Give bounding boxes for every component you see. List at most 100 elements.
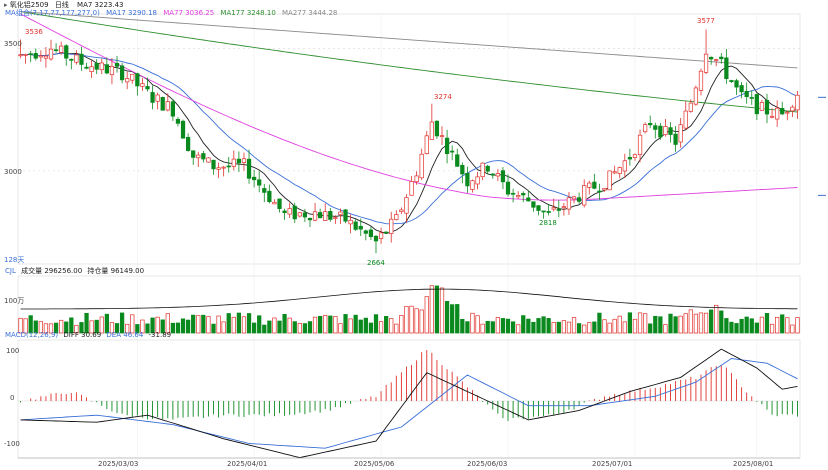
candle-body	[663, 126, 668, 135]
volume-bar	[460, 319, 465, 334]
candle-body	[246, 158, 252, 179]
volume-bar	[434, 285, 440, 334]
candle-body	[495, 173, 500, 177]
volume-bar	[450, 304, 455, 334]
candle-body	[709, 56, 714, 60]
candle-body	[404, 197, 409, 214]
candle-body	[607, 170, 612, 191]
volume-bar	[292, 321, 297, 334]
volume-bar	[780, 314, 785, 334]
volume-legend-prefix[interactable]: CJL	[5, 267, 16, 275]
volume-bar	[373, 314, 379, 334]
volume-bar	[338, 323, 343, 334]
volume-bar	[734, 323, 739, 334]
collapse-icon[interactable]: ▸	[4, 1, 8, 9]
volume-bar	[582, 324, 587, 334]
x-label-0701: 2025/07/01	[592, 460, 633, 468]
candle-body	[714, 59, 719, 61]
volume-bar	[277, 320, 282, 334]
candle-body	[277, 198, 282, 209]
candle-body	[338, 211, 343, 216]
candle-body	[790, 106, 795, 112]
candle-body	[759, 102, 765, 111]
volume-bar	[267, 320, 272, 334]
candle-body	[653, 125, 658, 130]
candle-body	[318, 212, 323, 219]
candle-body	[612, 171, 617, 174]
volume-bar	[257, 315, 262, 334]
candle-body	[69, 58, 74, 61]
candle-body	[185, 136, 191, 151]
volume-label: 成交量 296256.00	[21, 267, 83, 275]
candle-body	[455, 154, 460, 167]
candle-body	[775, 107, 780, 120]
candle-body	[363, 230, 368, 234]
volume-bar	[612, 318, 617, 334]
candle-body	[470, 180, 475, 190]
volume-bar	[714, 304, 719, 334]
x-label-0303: 2025/03/03	[98, 460, 139, 468]
candle-body	[53, 49, 59, 52]
candle-body	[28, 53, 33, 56]
volume-bar	[191, 314, 196, 334]
candle-body	[505, 181, 511, 195]
volume-bar	[653, 315, 658, 334]
candle-body	[378, 232, 384, 239]
ma-legend-prefix[interactable]: MA组合(7,17,77,177,277,0)	[5, 9, 100, 17]
candle-body	[119, 65, 125, 81]
candle-body	[125, 78, 130, 83]
candle-body	[114, 62, 120, 67]
volume-bar	[201, 314, 206, 334]
volume-bar	[602, 319, 607, 334]
volume-bar	[211, 323, 216, 334]
candle-body	[368, 229, 374, 238]
volume-bar	[206, 316, 211, 334]
candle-body	[384, 231, 389, 234]
candle-body	[221, 166, 226, 169]
instrument-title[interactable]: 氧化铝2509	[10, 1, 49, 9]
volume-bar	[196, 315, 201, 334]
candle-body	[769, 115, 775, 118]
candle-body	[795, 94, 800, 111]
y-tick-3000: 3000	[4, 168, 22, 176]
candle-body	[485, 165, 490, 172]
volume-bar	[480, 323, 485, 334]
candle-body	[33, 53, 38, 59]
volume-bar	[236, 312, 242, 334]
volume-bar	[744, 316, 749, 334]
volume-bar	[282, 314, 287, 334]
candle-body	[510, 192, 516, 195]
volume-bar	[754, 322, 759, 334]
volume-bar	[637, 312, 643, 334]
volume-bar	[516, 324, 521, 334]
mid-low-label: 2818	[539, 219, 557, 227]
candle-body	[353, 221, 358, 230]
volume-bar	[764, 313, 770, 334]
macd-legend-prefix[interactable]: MACD(12,26,9)	[5, 331, 58, 339]
volume-bar	[571, 317, 577, 334]
candle-body	[642, 124, 648, 133]
volume-bar	[510, 321, 516, 334]
candle-body	[196, 154, 201, 159]
candle-body	[343, 209, 348, 222]
ma7-label: MA7 3223.43	[77, 1, 124, 9]
macd-y-tick-0: 0	[10, 394, 15, 402]
volume-bar	[795, 317, 800, 334]
candle-body	[84, 66, 89, 69]
volume-bar	[561, 320, 567, 334]
candle-body	[622, 160, 627, 172]
candle-body	[480, 162, 485, 178]
period-label[interactable]: 日线	[55, 1, 69, 9]
candle-body	[668, 127, 673, 135]
candle-body	[734, 80, 739, 88]
volume-bar	[262, 324, 267, 334]
candle-body	[323, 211, 328, 221]
candle-body	[724, 57, 729, 79]
volume-bar	[724, 318, 729, 334]
open-interest-label: 持仓量 96149.00	[87, 267, 145, 275]
candle-body	[571, 196, 577, 200]
volume-bar	[328, 315, 333, 334]
volume-bar	[587, 322, 592, 334]
candle-body	[424, 135, 429, 154]
candle-body	[587, 182, 592, 188]
